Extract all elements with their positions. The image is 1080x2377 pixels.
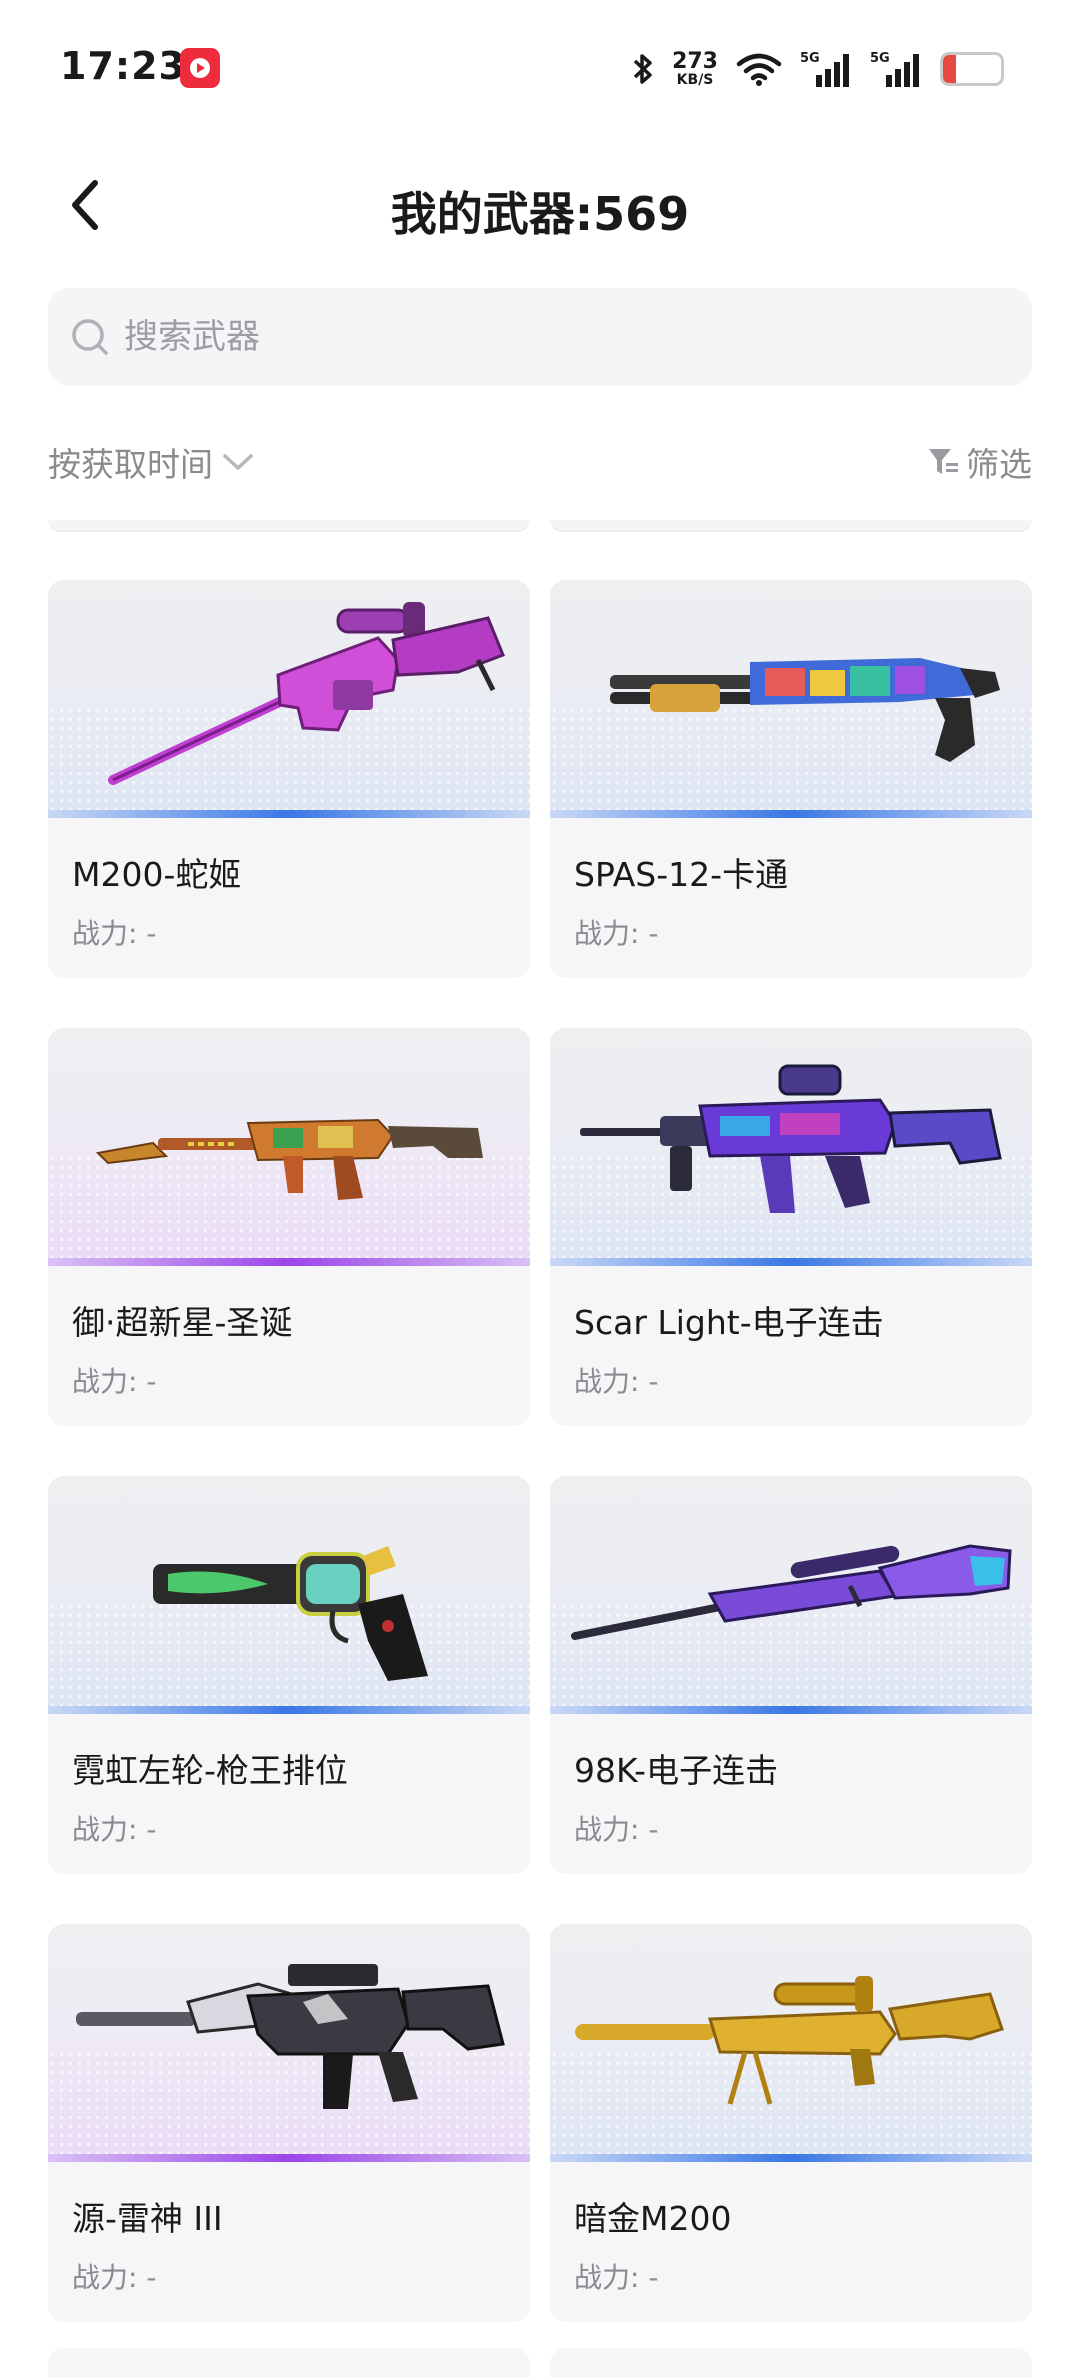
weapon-image [550,1924,1032,2160]
partial-card-left [48,520,530,532]
search-icon [72,319,108,355]
weapon-card[interactable]: SPAS-12-卡通 战力: - [550,580,1032,978]
bolt-rifle-electric-image [571,1544,1012,1640]
chevron-down-icon [223,454,253,470]
partial-card-bottom-right [550,2348,1032,2377]
weapon-power: 战力: - [72,1365,157,1398]
sort-label: 按获取时间 [48,445,213,484]
page-title: 我的武器:569 [390,187,690,241]
sort-filter-row: 按获取时间 筛选 [48,432,1032,492]
battery-level: 15 [955,55,989,83]
weapon-image [550,1028,1032,1264]
weapon-name: SPAS-12-卡通 [574,855,789,894]
search-input[interactable] [124,317,1024,357]
revolver-neon-image [153,1546,428,1681]
weapon-grid: M200-蛇姬 战力: - SPAS-12-卡通 战力: - 御·超新星-圣诞 … [48,580,1032,2322]
weapon-image [48,1028,530,1264]
weapon-power: 战力: - [72,2261,157,2294]
weapon-card[interactable]: 霓虹左轮-枪王排位 战力: - [48,1476,530,1874]
sort-dropdown[interactable]: 按获取时间 [48,438,255,486]
status-indicators: 273 KB/S 5G 5G 15 [632,44,1004,94]
video-app-icon [180,48,220,88]
assault-rifle-electric-image [580,1064,1002,1213]
status-time: 17:23 [60,44,186,88]
weapon-card[interactable]: 98K-电子连击 战力: - [550,1476,1032,1874]
signal-5g-icon-1: 5G [800,51,849,87]
weapon-power: 战力: - [574,1365,659,1398]
shotgun-cartoon-image [610,658,1000,762]
weapon-name: 98K-电子连击 [574,1751,779,1790]
partial-card-right [550,520,1032,532]
bluetooth-icon [633,54,652,84]
weapon-card[interactable]: 暗金M200 战力: - [550,1924,1032,2322]
weapon-name: 御·超新星-圣诞 [72,1303,293,1342]
weapon-power: 战力: - [72,1813,157,1846]
weapon-image [48,1924,530,2160]
svg-text:5G: 5G [800,51,820,66]
speed-value: 273 [672,49,718,74]
filter-icon [929,449,958,474]
filter-button[interactable]: 筛选 [926,438,1032,486]
battery-icon: 15 [940,52,1004,86]
weapon-image [48,580,530,816]
filter-label: 筛选 [966,445,1032,484]
rifle-christmas-image [95,1118,483,1200]
weapon-power: 战力: - [574,917,659,950]
weapon-card[interactable]: Scar Light-电子连击 战力: - [550,1028,1032,1426]
battery-indicator: 15 [940,52,1004,86]
weapon-card[interactable]: 御·超新星-圣诞 战力: - [48,1028,530,1426]
weapon-name: 暗金M200 [574,2199,732,2238]
weapon-name: 源-雷神 III [72,2199,223,2238]
network-speed: 273 KB/S [672,49,718,88]
weapon-power: 战力: - [72,917,157,950]
weapon-power: 战力: - [574,1813,659,1846]
weapon-name: 霓虹左轮-枪王排位 [72,1751,348,1790]
speed-unit: KB/S [676,72,714,88]
weapon-power: 战力: - [574,2261,659,2294]
status-bar: 17:23 273 KB/S 5G 5G 15 [0,0,1080,130]
sniper-rifle-pink-image [108,602,505,785]
sniper-rifle-gold-image [575,1976,1004,2105]
weapon-image [550,580,1032,816]
weapon-image [550,1476,1032,1712]
search-bar[interactable] [48,288,1032,386]
signal-5g-icon-2: 5G [870,51,919,87]
weapon-name: M200-蛇姬 [72,855,242,894]
wifi-icon [736,53,782,86]
weapon-card[interactable]: 源-雷神 III 战力: - [48,1924,530,2322]
weapon-image [48,1476,530,1712]
carbine-thunder-image [76,1964,505,2109]
weapon-card[interactable]: M200-蛇姬 战力: - [48,580,530,978]
page-header: 我的武器:569 [0,150,1080,260]
weapon-name: Scar Light-电子连击 [574,1303,884,1342]
partial-card-bottom-left [48,2348,530,2377]
svg-text:5G: 5G [870,51,890,66]
